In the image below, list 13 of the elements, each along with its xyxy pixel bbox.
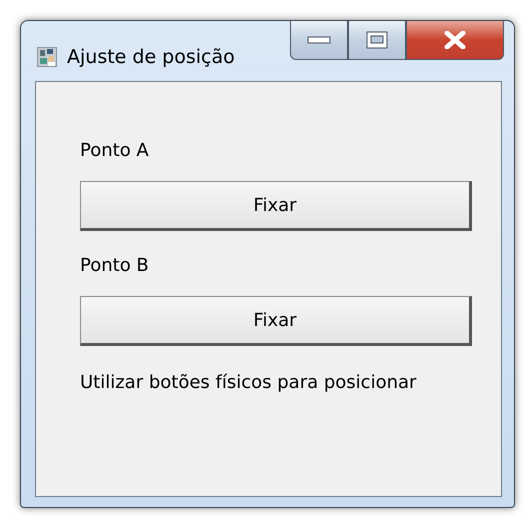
maximize-icon: [366, 31, 388, 49]
minimize-icon: [307, 35, 331, 45]
hint-text: Utilizar botões físicos para posicionar: [80, 372, 416, 393]
fix-button[interactable]: Fixar: [80, 181, 472, 231]
fix-button[interactable]: Fixar: [80, 296, 472, 346]
point-label: Ponto B: [80, 255, 149, 276]
minimize-button[interactable]: [290, 21, 348, 60]
window-title: Ajuste de posição: [67, 46, 235, 68]
close-button[interactable]: [406, 21, 504, 60]
maximize-button[interactable]: [348, 21, 406, 60]
point-label: Ponto A: [80, 140, 149, 161]
close-icon: [444, 31, 466, 49]
app-icon: [37, 47, 57, 67]
